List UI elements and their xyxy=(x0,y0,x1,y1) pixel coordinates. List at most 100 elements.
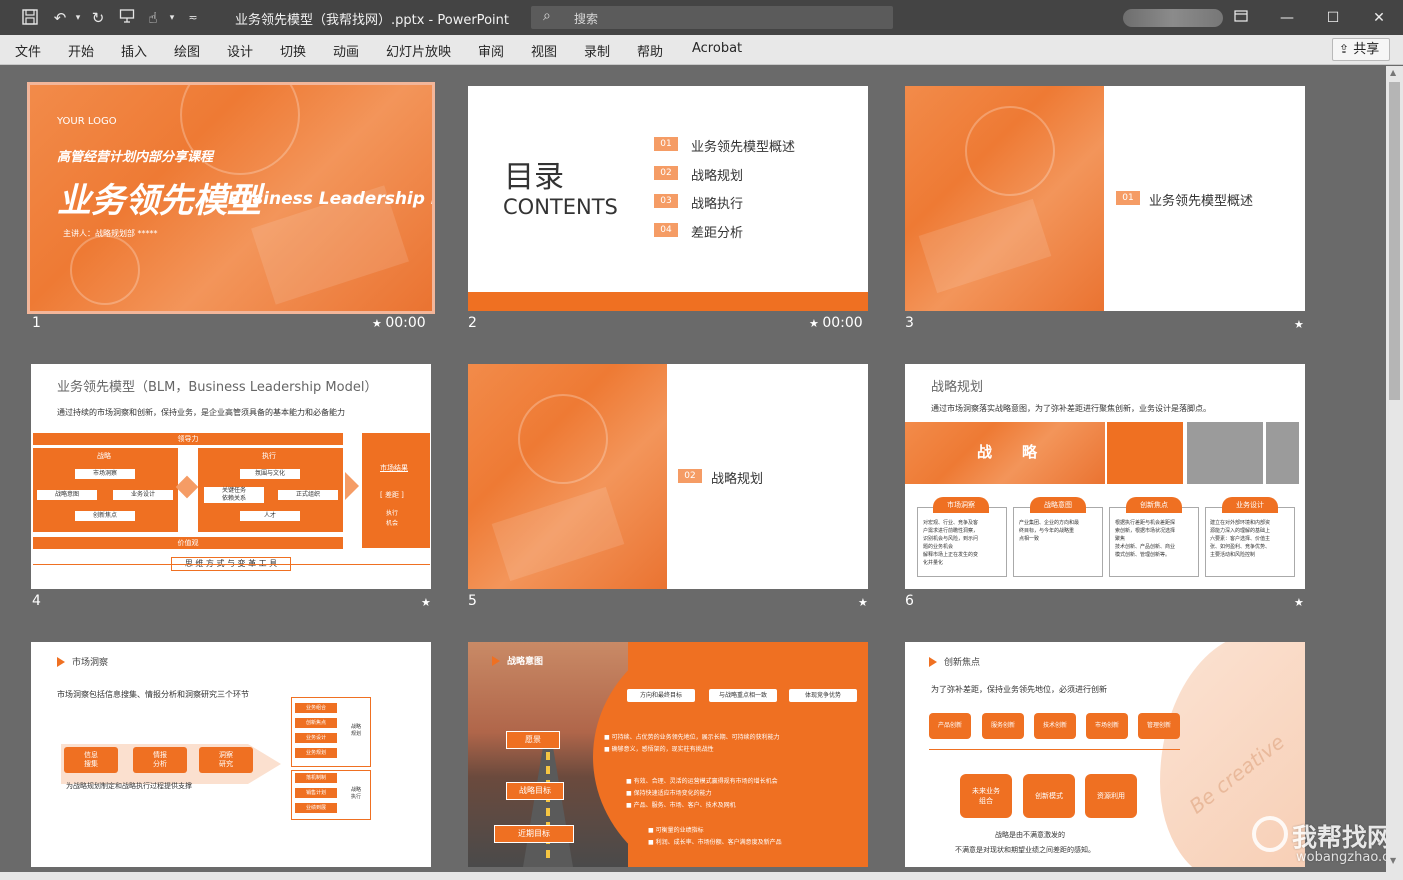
save-icon[interactable] xyxy=(20,8,40,28)
slide-4-result-block: 市场结果 [ 差距 ] 执行 机会 xyxy=(362,433,430,548)
touch-mode-icon[interactable]: ☝ xyxy=(143,8,163,28)
star-icon: ★ xyxy=(809,317,823,330)
account-avatar[interactable] xyxy=(1123,9,1223,27)
tab-home[interactable]: 开始 xyxy=(68,41,94,60)
minimize-icon[interactable]: — xyxy=(1275,7,1299,29)
status-bar xyxy=(0,872,1403,880)
innovation-result: 未来业务 组合 xyxy=(960,774,1012,818)
card-1-line: 化并量化 xyxy=(923,560,944,566)
slide-4-values: 价值观 xyxy=(33,537,343,549)
tab-animations[interactable]: 动画 xyxy=(333,41,359,60)
slide-8-bullet: ■ 确够意义，感悟架的，现实柱有挑战性 xyxy=(604,746,714,753)
customize-qat-icon[interactable]: ≂ xyxy=(183,8,203,28)
card-1-line: 解释市场上正在发生的变 xyxy=(923,552,979,558)
slide-6-card-4 xyxy=(1205,507,1295,577)
slide-5-photo xyxy=(468,364,667,589)
slide-thumbnail-5[interactable]: 02 战略规划 xyxy=(468,364,868,589)
toc-number-3: 03 xyxy=(654,194,678,208)
card-1-title: 市场洞察 xyxy=(933,497,989,513)
slide-sorter[interactable]: YOUR LOGO 高管经营计划内部分享课程 业务领先模型 Business L… xyxy=(0,66,1386,872)
slide-8-bullet: ■ 可持续、占优势的业务领先地位，展示长期、可持续的获利能力 xyxy=(604,734,780,741)
maximize-icon[interactable]: ☐ xyxy=(1321,7,1345,29)
slide-8-bullet: ■ 有效、合理、灵活的运营模式赢得规有市场的增长机会 xyxy=(626,778,778,785)
slide-thumbnail-1[interactable]: YOUR LOGO 高管经营计划内部分享课程 业务领先模型 Business L… xyxy=(27,82,435,314)
card-4-line: 主要活动和风险控制 xyxy=(1210,552,1256,558)
slide-number-5: 5 xyxy=(468,593,477,609)
search-input[interactable]: ⌕ 搜索 xyxy=(531,6,893,29)
slide-thumbnail-4[interactable]: 业务领先模型（BLM，Business Leadership Model） 通过… xyxy=(31,364,431,589)
slide-8-label: 近期目标 xyxy=(494,825,574,843)
tab-design[interactable]: 设计 xyxy=(227,41,253,60)
card-4-line: 建立在对外部环境和内部资 xyxy=(1210,520,1271,526)
slide-thumbnail-2[interactable]: 目录 CONTENTS 01 业务领先模型概述 02 战略规划 03 战略执行 … xyxy=(468,86,868,311)
tab-view[interactable]: 视图 xyxy=(531,41,557,60)
slide-6-title: 战略规划 xyxy=(931,380,984,395)
slide-number-4: 4 xyxy=(32,593,41,609)
card-4-line: 源能力深入的理解的基础上 xyxy=(1210,528,1271,534)
execution-item: 关键任务 依赖关系 xyxy=(203,486,265,504)
group-2-item: 落机制制 xyxy=(295,773,337,783)
star-icon: ★ xyxy=(421,596,431,609)
slide-6-desc: 通过市场洞察落实战略意图，为了弥补差距进行聚焦创新，业务设计是落脚点。 xyxy=(931,404,1211,413)
star-icon: ★ xyxy=(372,317,386,330)
star-icon: ★ xyxy=(858,596,868,609)
slide-6-card-3 xyxy=(1109,507,1199,577)
slide-9-note: 战略是由不满意激发的 xyxy=(995,831,1065,839)
tab-record[interactable]: 录制 xyxy=(584,41,610,60)
execution-item: 人才 xyxy=(239,510,301,522)
slide-thumbnail-6[interactable]: 战略规划 通过市场洞察落实战略意图，为了弥补差距进行聚焦创新，业务设计是落脚点。… xyxy=(905,364,1305,589)
slide-2-timing: ★ 00:00 xyxy=(809,315,863,331)
ribbon-tabs: 文件 开始 插入 绘图 设计 切换 动画 幻灯片放映 审阅 视图 录制 帮助 A… xyxy=(0,35,1403,65)
powerpoint-window: ↶ ▾ ↻ ☝ ▾ ≂ 业务领先模型（我帮找网）.pptx - PowerPoi… xyxy=(0,0,1403,880)
tab-review[interactable]: 审阅 xyxy=(478,41,504,60)
slide-8-bullet: ■ 保持快速适应市场变化的能力 xyxy=(626,790,712,797)
slide-1-timing: ★ 00:00 xyxy=(372,315,426,331)
title-arrow-icon xyxy=(492,656,500,666)
vertical-scrollbar[interactable]: ▲ ▼ xyxy=(1386,66,1403,872)
slide-8-bullet: ■ 产品、服务、市场、客户、技术及网机 xyxy=(626,802,736,809)
card-2-line: 终目标，与今年的战略重 xyxy=(1019,528,1075,534)
scroll-down-icon[interactable]: ▼ xyxy=(1390,856,1396,865)
search-placeholder: 搜索 xyxy=(574,12,599,26)
tab-acrobat[interactable]: Acrobat xyxy=(692,41,742,56)
undo-dropdown-icon[interactable]: ▾ xyxy=(68,8,88,28)
execution-item: 氛围与文化 xyxy=(239,468,301,480)
tab-slideshow[interactable]: 幻灯片放映 xyxy=(386,41,451,60)
undo-icon[interactable]: ↶ xyxy=(50,8,70,28)
slide-5-section-label: 战略规划 xyxy=(711,472,764,487)
share-button[interactable]: ⇪ 共享 xyxy=(1332,38,1390,61)
close-icon[interactable]: ✕ xyxy=(1367,7,1391,29)
card-3-line: 聚焦 xyxy=(1115,536,1126,542)
slide-thumbnail-8[interactable]: 战略意图 方向和最终目标 与战略重点相一致 体现竞争优势 愿景 战略目标 近期目… xyxy=(468,642,868,867)
touch-dropdown-icon[interactable]: ▾ xyxy=(162,8,182,28)
ribbon-display-icon[interactable] xyxy=(1229,7,1253,29)
tab-transitions[interactable]: 切换 xyxy=(280,41,306,60)
process-step: 洞察 研究 xyxy=(199,747,253,773)
tab-help[interactable]: 帮助 xyxy=(637,41,663,60)
slide-6-diagram-c xyxy=(1266,422,1299,484)
card-4-line: 张、如何盈利、竞争优势、 xyxy=(1210,544,1271,550)
slide-8-label: 战略目标 xyxy=(506,782,564,800)
scrollbar-thumb[interactable] xyxy=(1389,82,1400,400)
group-1-label: 战略 规划 xyxy=(351,724,362,737)
present-icon[interactable] xyxy=(117,8,137,28)
watermark: 我帮找网 wobangzhao.com xyxy=(1244,812,1386,872)
result-label: 市场结果 xyxy=(380,464,408,472)
slide-thumbnail-7[interactable]: 市场洞察 市场洞察包括信息搜集、情报分析和洞察研究三个环节 信息 搜集 情报 分… xyxy=(31,642,431,867)
slide-6-band-text: 战 略 xyxy=(977,443,1038,461)
innovation-type: 管理创新 xyxy=(1138,713,1180,739)
slide-9-divider xyxy=(929,749,1180,750)
magnifier-icon xyxy=(1252,816,1288,852)
scroll-up-icon[interactable]: ▲ xyxy=(1390,68,1396,77)
tab-insert[interactable]: 插入 xyxy=(121,41,147,60)
tab-file[interactable]: 文件 xyxy=(15,41,41,60)
card-3-line: 模式创新、管理创新等。 xyxy=(1115,552,1171,558)
strategy-item: 业务设计 xyxy=(112,489,174,501)
share-icon: ⇪ xyxy=(1339,42,1350,56)
slide-thumbnail-3[interactable]: 01 业务领先模型概述 xyxy=(905,86,1305,311)
tab-draw[interactable]: 绘图 xyxy=(174,41,200,60)
slide-9-title: 创新焦点 xyxy=(944,658,981,668)
redo-icon[interactable]: ↻ xyxy=(88,8,108,28)
slide-9-desc: 为了弥补差距，保持业务领先地位，必须进行创新 xyxy=(931,685,1107,694)
card-1-line: 题的业务机会 xyxy=(923,544,954,550)
